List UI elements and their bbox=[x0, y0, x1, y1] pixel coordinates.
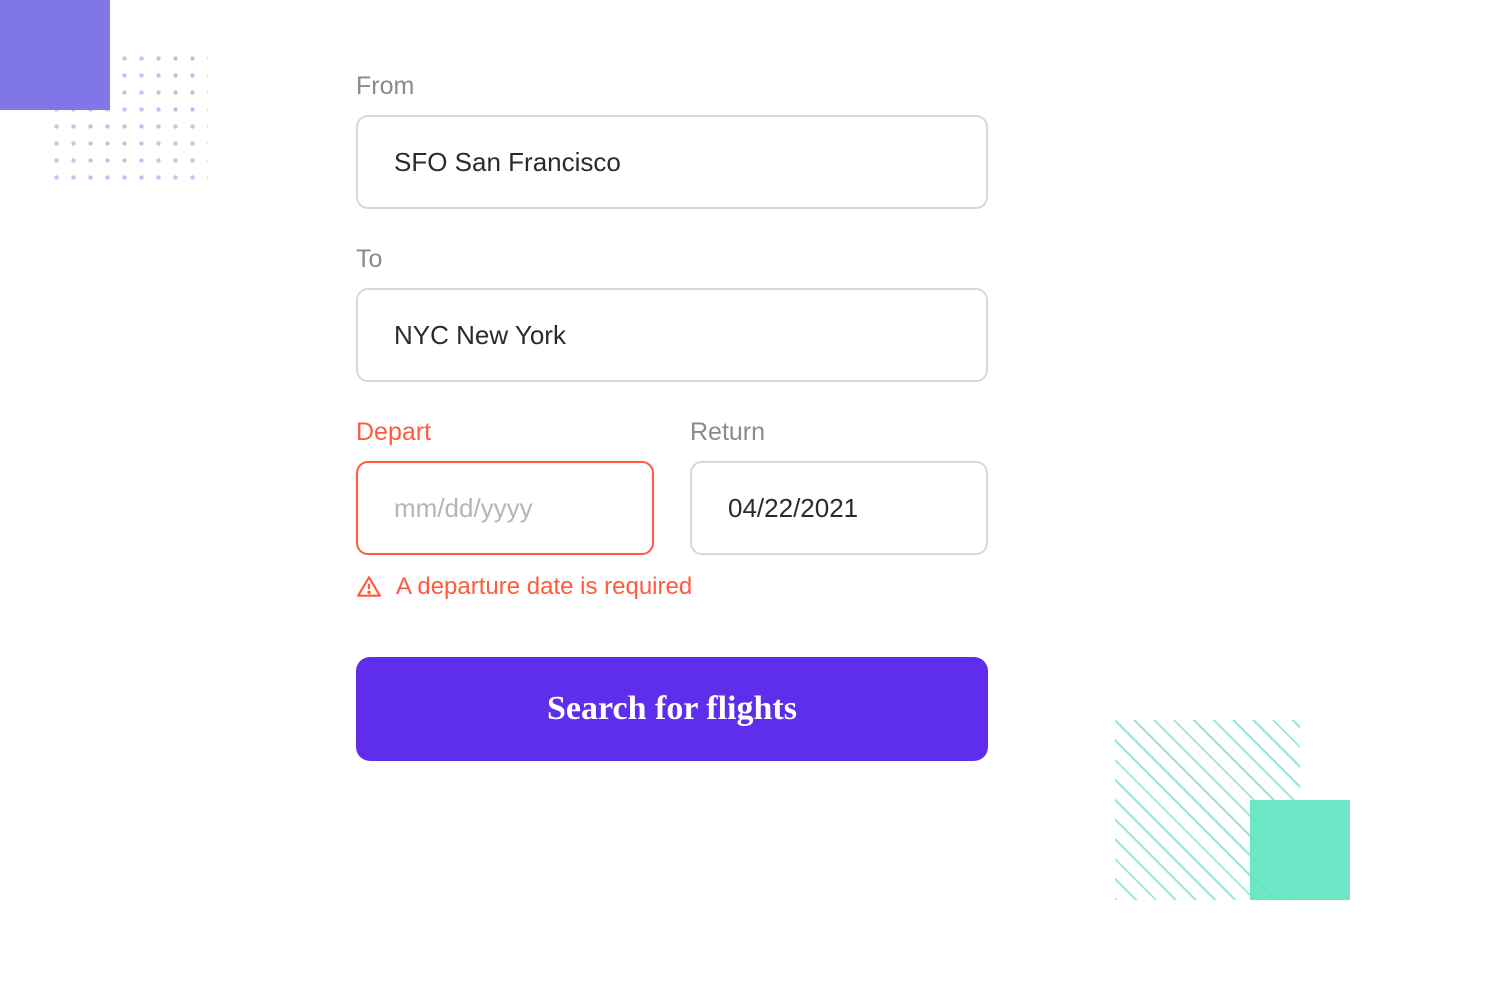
from-input[interactable] bbox=[356, 115, 988, 209]
return-input[interactable] bbox=[690, 461, 988, 555]
to-label: To bbox=[356, 245, 988, 274]
from-field-group: From bbox=[356, 72, 988, 209]
to-field-group: To bbox=[356, 245, 988, 382]
depart-field-group: Depart bbox=[356, 418, 654, 555]
depart-error-text: A departure date is required bbox=[396, 573, 692, 601]
flight-search-form: From To Depart Return A departure date i… bbox=[356, 72, 988, 761]
return-field-group: Return bbox=[690, 418, 988, 555]
decoration-teal-square bbox=[1250, 800, 1350, 900]
depart-error-message: A departure date is required bbox=[356, 573, 988, 601]
warning-icon bbox=[356, 574, 382, 600]
to-input[interactable] bbox=[356, 288, 988, 382]
from-label: From bbox=[356, 72, 988, 101]
return-label: Return bbox=[690, 418, 988, 447]
decoration-purple-square bbox=[0, 0, 110, 110]
date-row: Depart Return bbox=[356, 418, 988, 555]
search-flights-button[interactable]: Search for flights bbox=[356, 657, 988, 761]
depart-input[interactable] bbox=[356, 461, 654, 555]
depart-label: Depart bbox=[356, 418, 654, 447]
